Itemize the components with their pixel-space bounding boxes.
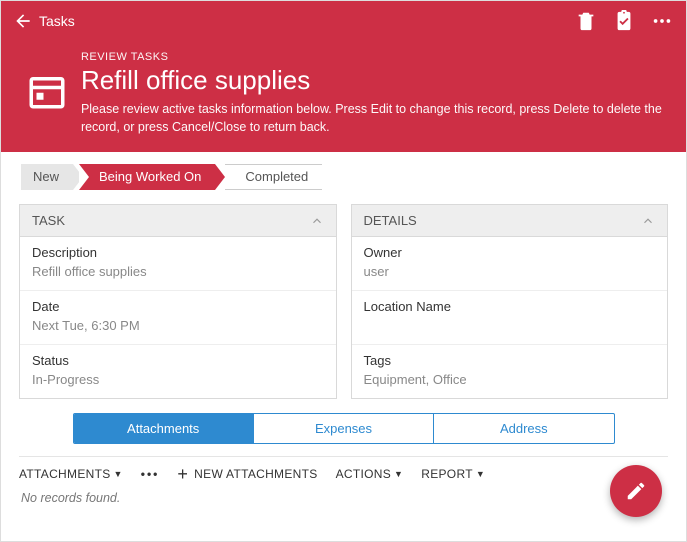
trash-icon — [575, 10, 597, 32]
chevron-up-icon — [310, 214, 324, 228]
page-eyebrow: REVIEW TASKS — [81, 51, 670, 63]
top-bar: Tasks — [1, 1, 686, 41]
owner-value: user — [364, 264, 656, 280]
date-value: Next Tue, 6:30 PM — [32, 318, 324, 334]
task-complete-button[interactable] — [612, 9, 636, 33]
details-panel: DETAILS Owner user Location Name Tags Eq… — [351, 204, 669, 399]
chevron-up-icon — [641, 214, 655, 228]
tab-expenses[interactable]: Expenses — [254, 414, 434, 443]
attachments-menu[interactable]: ATTACHMENTS▼ — [19, 467, 123, 481]
task-panel-header[interactable]: TASK — [20, 205, 336, 237]
tab-attachments[interactable]: Attachments — [74, 414, 254, 443]
page-title: Refill office supplies — [81, 65, 670, 96]
workflow-step-new[interactable]: New — [21, 164, 73, 190]
tags-label: Tags — [364, 353, 656, 368]
calendar-icon — [25, 69, 69, 113]
clipboard-check-icon — [613, 10, 635, 32]
details-panel-title: DETAILS — [364, 213, 417, 228]
description-label: Description — [32, 245, 324, 260]
status-label: Status — [32, 353, 324, 368]
owner-label: Owner — [364, 245, 656, 260]
new-attachments-button[interactable]: +NEW ATTACHMENTS — [177, 467, 317, 481]
task-panel-title: TASK — [32, 213, 65, 228]
status-value: In-Progress — [32, 372, 324, 388]
more-button[interactable] — [650, 9, 674, 33]
task-panel: TASK Description Refill office supplies … — [19, 204, 337, 399]
location-label: Location Name — [364, 299, 656, 314]
attachments-toolbar: ATTACHMENTS▼ ••• +NEW ATTACHMENTS ACTION… — [1, 457, 686, 483]
delete-button[interactable] — [574, 9, 598, 33]
pencil-icon — [625, 480, 647, 502]
hero-header: Tasks REVIEW TASKS Refill office supplie… — [1, 1, 686, 152]
date-label: Date — [32, 299, 324, 314]
more-horizontal-icon — [651, 10, 673, 32]
toolbar-more-button[interactable]: ••• — [141, 467, 160, 481]
workflow-step-working[interactable]: Being Worked On — [79, 164, 215, 190]
workflow-step-completed[interactable]: Completed — [225, 164, 322, 190]
back-button[interactable]: Tasks — [13, 11, 75, 31]
actions-menu[interactable]: ACTIONS▼ — [336, 467, 404, 481]
back-label: Tasks — [39, 13, 75, 29]
report-menu[interactable]: REPORT▼ — [421, 467, 485, 481]
workflow-steps: New Being Worked On Completed — [21, 164, 670, 190]
sub-tabs: Attachments Expenses Address — [73, 413, 615, 444]
back-arrow-icon — [13, 11, 33, 31]
tags-value: Equipment, Office — [364, 372, 656, 388]
page-subtitle: Please review active tasks information b… — [81, 100, 670, 136]
edit-fab[interactable] — [610, 465, 662, 517]
tab-address[interactable]: Address — [434, 414, 613, 443]
location-value — [364, 318, 656, 334]
plus-icon: + — [177, 468, 188, 480]
details-panel-header[interactable]: DETAILS — [352, 205, 668, 237]
empty-message: No records found. — [1, 483, 686, 513]
description-value: Refill office supplies — [32, 264, 324, 280]
